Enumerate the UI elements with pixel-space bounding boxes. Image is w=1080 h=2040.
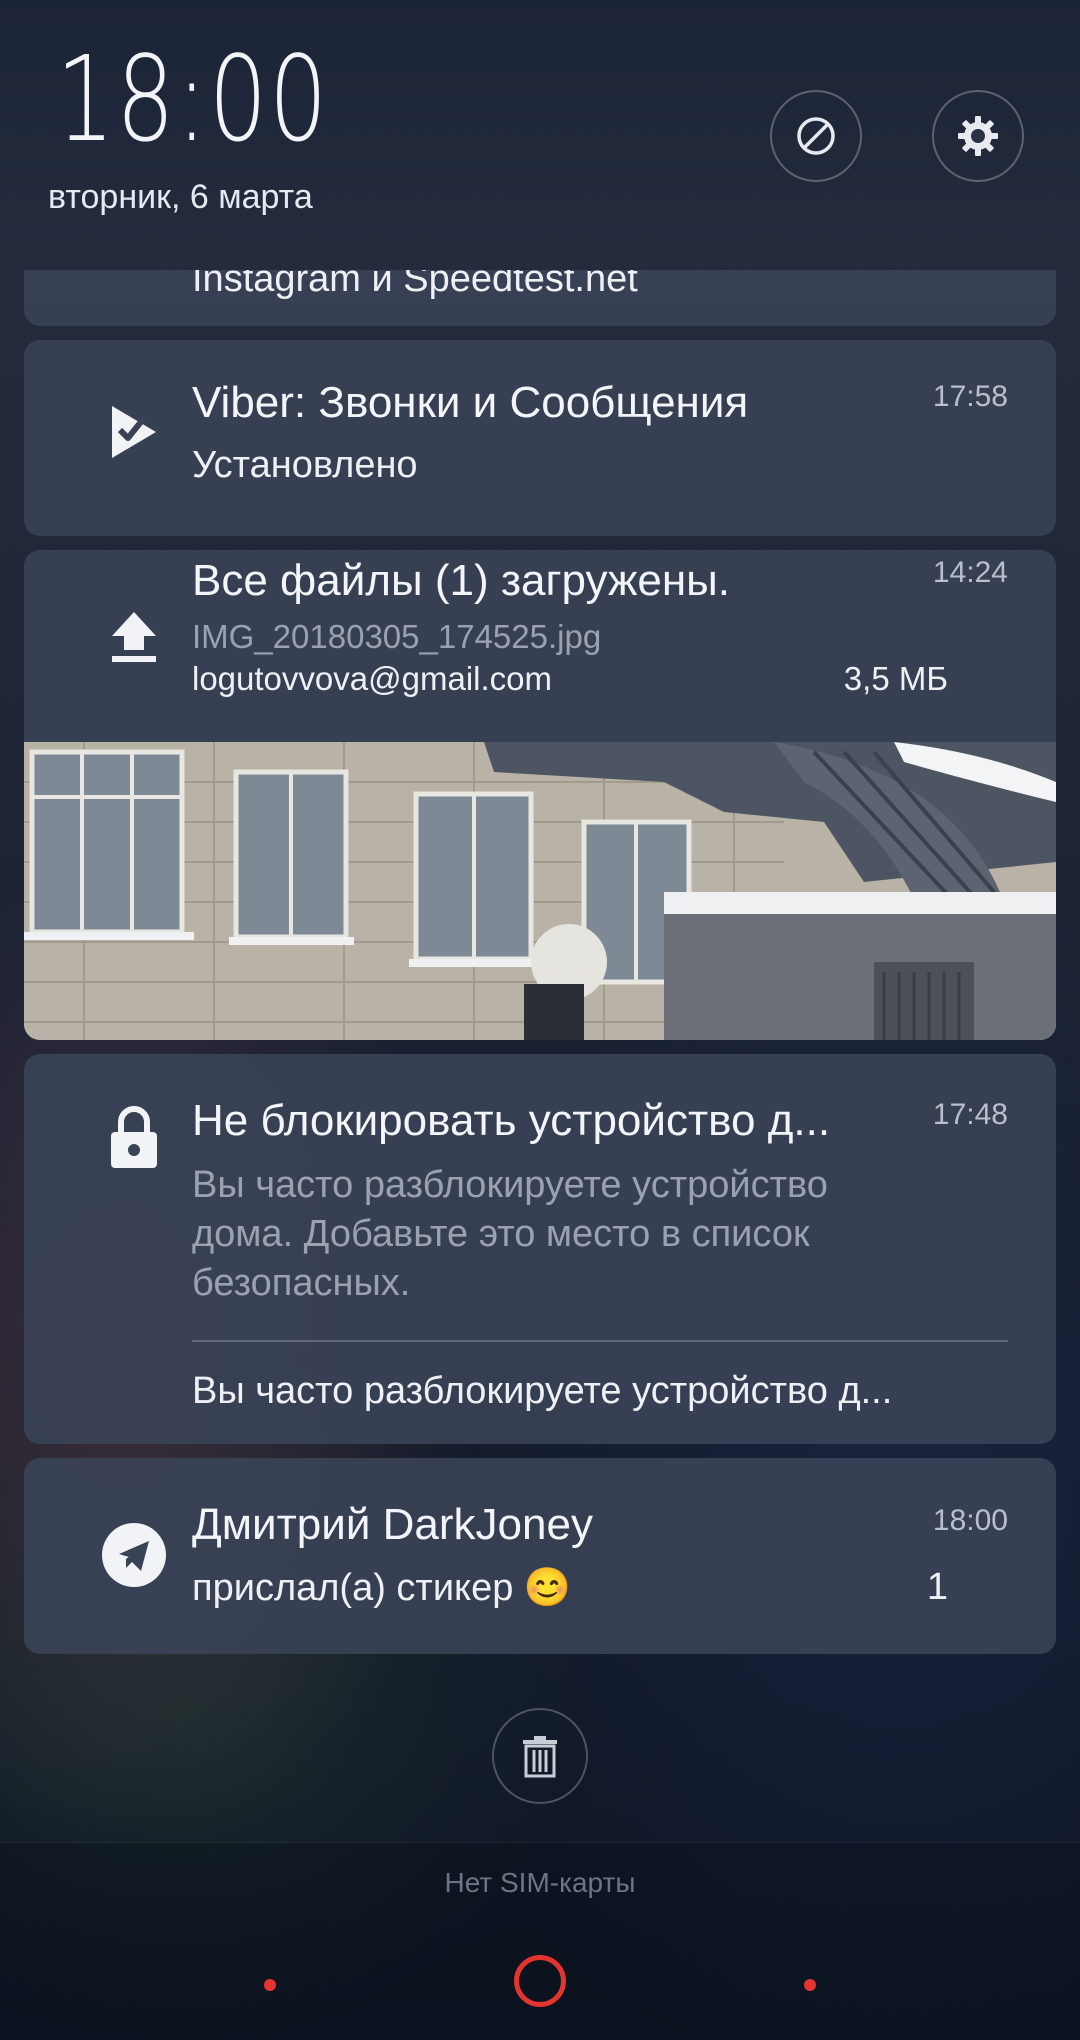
bottom-navigation-bar: Нет SIM-карты — [0, 1842, 1080, 2040]
notification-card-smart-lock[interactable]: Не блокировать устройство д... 17:48 Вы … — [24, 1054, 1056, 1444]
lock-body-line-2: дома. Добавьте это место в список — [192, 1213, 810, 1255]
notification-card-telegram[interactable]: Дмитрий DarkJoney 18:00 прислал(а) стике… — [24, 1458, 1056, 1654]
lock-divider — [192, 1340, 1008, 1342]
upload-time: 14:24 — [932, 556, 1008, 589]
viber-status: Установлено — [192, 444, 418, 486]
upload-icon — [84, 608, 184, 664]
notification-card-upload[interactable]: Все файлы (1) загружены. 14:24 IMG_20180… — [24, 550, 1056, 1040]
upload-filename: IMG_20180305_174525.jpg — [192, 618, 602, 655]
lock-action-button[interactable]: Вы часто разблокируете устройство д... — [192, 1370, 892, 1413]
settings-button[interactable] — [932, 90, 1024, 182]
lock-icon — [84, 1106, 184, 1170]
viber-title: Viber: Звонки и Сообщения — [192, 378, 749, 427]
upload-size: 3,5 МБ — [843, 660, 948, 697]
dnd-icon — [797, 117, 835, 155]
lock-body-line-1: Вы часто разблокируете устройство — [192, 1164, 828, 1206]
telegram-time: 18:00 — [932, 1504, 1008, 1537]
lock-time: 17:48 — [932, 1098, 1008, 1131]
nav-home-button[interactable] — [514, 1955, 566, 2007]
install-done-icon — [84, 402, 184, 462]
viber-time: 17:58 — [932, 380, 1008, 413]
uploaded-image-preview[interactable] — [24, 742, 1056, 1040]
clock[interactable]: 18:00 — [56, 40, 329, 158]
telegram-message-count: 1 — [926, 1566, 948, 1608]
nav-back-button[interactable] — [804, 1979, 816, 1991]
telegram-icon — [84, 1522, 184, 1588]
date[interactable]: вторник, 6 марта — [48, 178, 313, 217]
trash-icon — [523, 1736, 557, 1778]
notification-card-partial[interactable]: Instagram и Speedtest.net — [24, 270, 1056, 326]
partial-notification-text: Instagram и Speedtest.net — [192, 270, 638, 300]
settings-gear-icon — [958, 116, 998, 156]
do-not-disturb-button[interactable] — [770, 90, 862, 182]
notification-card-viber[interactable]: Viber: Звонки и Сообщения 17:58 Установл… — [24, 340, 1056, 536]
notification-header: 18:00 вторник, 6 марта — [0, 0, 1080, 270]
sim-status: Нет SIM-карты — [444, 1867, 636, 1898]
telegram-message: прислал(а) стикер 😊 — [192, 1567, 572, 1609]
lock-body-line-3: безопасных. — [192, 1262, 411, 1304]
lock-title: Не блокировать устройство д... — [192, 1096, 831, 1145]
telegram-sender: Дмитрий DarkJoney — [192, 1500, 593, 1549]
upload-account: logutovvova@gmail.com — [192, 660, 552, 697]
upload-title: Все файлы (1) загружены. — [192, 556, 731, 605]
clear-all-button[interactable] — [492, 1708, 588, 1804]
nav-menu-button[interactable] — [264, 1979, 276, 1991]
